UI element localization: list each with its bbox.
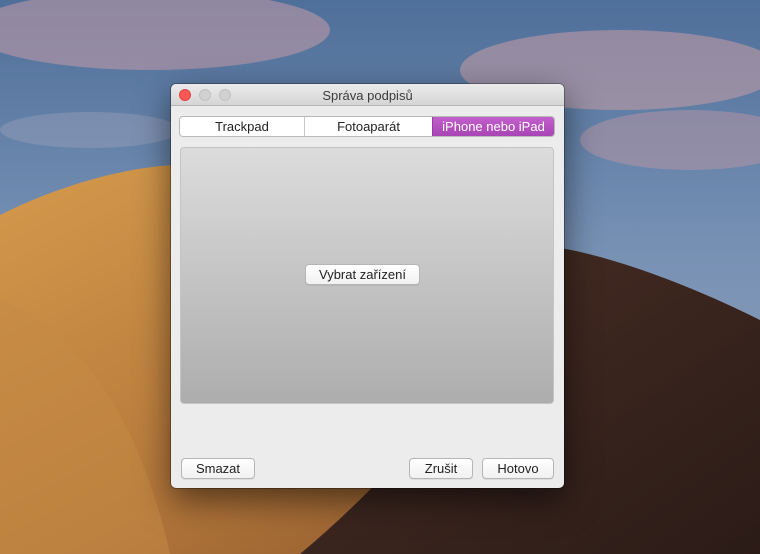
delete-button[interactable]: Smazat bbox=[181, 458, 255, 479]
tab-iphone-ipad[interactable]: iPhone nebo iPad bbox=[432, 117, 554, 136]
cancel-button[interactable]: Zrušit bbox=[409, 458, 473, 479]
signature-source-tabs: Trackpad Fotoaparát iPhone nebo iPad bbox=[179, 116, 555, 137]
signature-capture-panel: Vybrat zařízení bbox=[180, 147, 554, 404]
done-button[interactable]: Hotovo bbox=[482, 458, 554, 479]
title-bar[interactable]: Správa podpisů bbox=[171, 84, 564, 106]
tab-trackpad[interactable]: Trackpad bbox=[180, 117, 304, 136]
select-device-button[interactable]: Vybrat zařízení bbox=[305, 264, 420, 285]
window-title: Správa podpisů bbox=[322, 88, 413, 103]
signature-manager-window: Správa podpisů Trackpad Fotoaparát iPhon… bbox=[171, 84, 564, 488]
tab-camera[interactable]: Fotoaparát bbox=[304, 117, 432, 136]
